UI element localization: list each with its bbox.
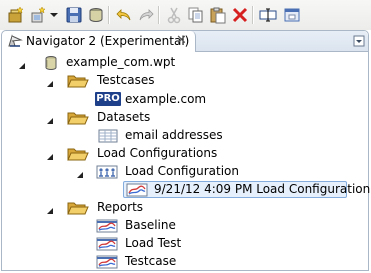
tree-row-report[interactable]: Baseline <box>2 217 368 235</box>
tree-row-load-configuration[interactable]: Load Configuration <box>2 163 368 181</box>
tab-title: Navigator 2 (Experimental) <box>26 34 190 48</box>
report-chart-icon <box>96 254 118 273</box>
pro-badge-icon: PRO <box>95 92 121 106</box>
redo-icon[interactable] <box>136 5 156 25</box>
cut-icon[interactable] <box>164 5 184 25</box>
tab-navigator[interactable]: Navigator 2 (Experimental) ✕ <box>2 31 196 52</box>
tree-label: email addresses <box>125 128 223 142</box>
tree-label: Testcase <box>125 254 177 268</box>
rename-icon[interactable] <box>258 5 278 25</box>
expanded-arrow-icon[interactable] <box>47 114 54 124</box>
close-icon[interactable]: ✕ <box>176 33 187 48</box>
tree-label: Load Test <box>125 236 182 250</box>
tree-label: Load Configuration <box>125 164 239 178</box>
tree-row-load-configurations[interactable]: Load Configurations <box>2 145 368 163</box>
expanded-arrow-icon[interactable] <box>47 77 54 87</box>
project-tree: example_com.wpt Testcases PRO example.co… <box>2 52 371 271</box>
view-menu-icon[interactable] <box>353 35 365 50</box>
tree-label: example.com <box>125 92 207 106</box>
expanded-arrow-icon[interactable] <box>77 168 84 178</box>
folder-open-icon <box>67 73 89 92</box>
dropdown-arrow-icon[interactable] <box>48 5 60 25</box>
new-project-icon[interactable] <box>6 5 26 25</box>
copy-icon[interactable] <box>186 5 206 25</box>
tree-row-reports[interactable]: Reports <box>2 199 368 217</box>
new-item-icon[interactable] <box>28 5 48 25</box>
tree-row-testcases[interactable]: Testcases <box>2 72 368 90</box>
tree-row-testcase-item[interactable]: PRO example.com <box>2 91 368 109</box>
expanded-arrow-icon[interactable] <box>47 150 54 160</box>
delete-icon[interactable] <box>230 5 250 25</box>
paste-icon[interactable] <box>208 5 228 25</box>
tree-row-report[interactable]: Testcase <box>2 253 368 271</box>
expanded-arrow-icon[interactable] <box>47 204 54 214</box>
view-tab-bar: Navigator 2 (Experimental) ✕ <box>2 31 368 52</box>
tree-label: Baseline <box>125 218 176 232</box>
tree-row-dataset-item[interactable]: email addresses <box>2 127 368 145</box>
undo-icon[interactable] <box>114 5 134 25</box>
tree-label: example_com.wpt <box>66 55 176 69</box>
tree-row-report[interactable]: Load Test <box>2 235 368 253</box>
toolbar-separator <box>158 6 160 24</box>
properties-icon[interactable] <box>282 5 302 25</box>
expanded-arrow-icon[interactable] <box>19 59 26 69</box>
tree-label: 9/21/12 4:09 PM Load Configuration <box>154 182 371 196</box>
tree-row-datasets[interactable]: Datasets <box>2 109 368 127</box>
navigator-icon <box>7 34 23 51</box>
tree-label: Testcases <box>97 73 155 87</box>
main-toolbar <box>0 0 371 30</box>
navigator-view: Navigator 2 (Experimental) ✕ example_com… <box>1 30 371 271</box>
toolbar-separator <box>108 6 110 24</box>
tree-row-project[interactable]: example_com.wpt <box>2 54 368 72</box>
tree-row-load-result[interactable]: 9/21/12 4:09 PM Load Configuration <box>2 181 371 199</box>
tree-label: Datasets <box>97 110 151 124</box>
toolbar-separator <box>252 6 254 24</box>
tree-label: Reports <box>97 200 144 214</box>
tree-label: Load Configurations <box>97 146 218 160</box>
database-icon[interactable] <box>86 5 106 25</box>
save-icon[interactable] <box>64 5 84 25</box>
